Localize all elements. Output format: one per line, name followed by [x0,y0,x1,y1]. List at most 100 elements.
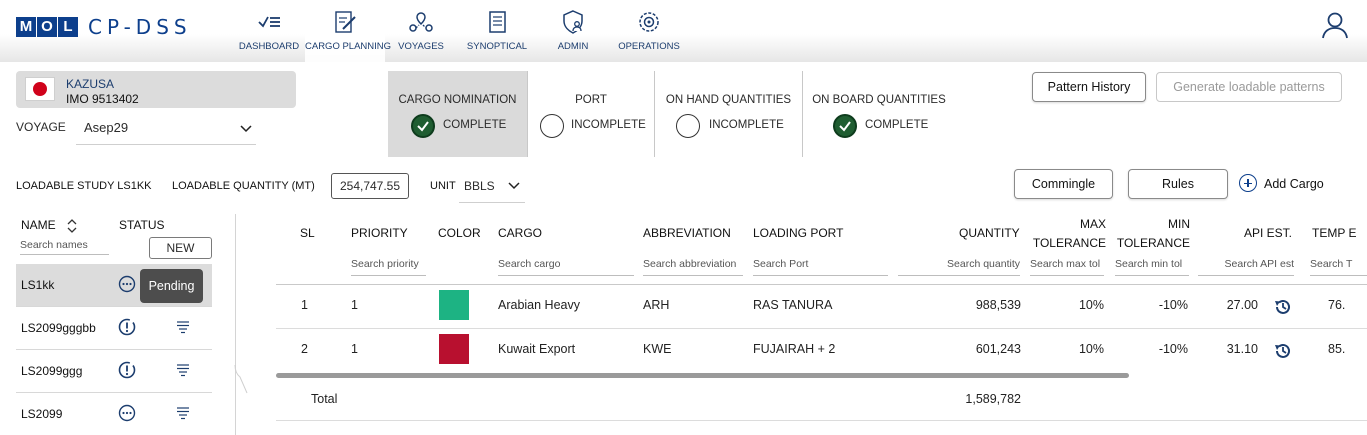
search-cargo-input[interactable]: Search cargo [498,258,634,276]
stage-title: PORT [575,94,607,106]
loadable-quantity-value[interactable]: 254,747.55 [331,173,409,199]
mol-logo: M O L [16,17,79,37]
search-max-tol-input[interactable]: Search max tol [1030,258,1104,276]
nav-label: CARGO PLANNING [305,41,392,52]
sort-icon[interactable] [67,219,77,233]
row-divider [276,328,1367,329]
nav-synoptical[interactable]: SYNOPTICAL [465,0,529,62]
stage-status: COMPLETE [865,119,929,131]
name-column-header[interactable]: NAME [21,218,56,232]
cell-min-tolerance: -10% [1158,298,1188,312]
logo-letter: M [16,17,36,37]
nav-label: SYNOPTICAL [466,41,528,52]
study-name: LS2099 [21,407,63,421]
menu-lines-icon[interactable] [176,320,190,334]
top-navigation-bar: M O L CP-DSS DASHBOARD CARGO PLANNING VO… [0,0,1367,62]
rules-button[interactable]: Rules [1128,169,1228,199]
header-line: MAX [1079,217,1106,231]
unit-value: BBLS [464,179,495,193]
search-port-input[interactable]: Search Port [753,258,888,276]
search-quantity-input[interactable]: Search quantity [898,258,1020,276]
cell-cargo: Kuwait Export [498,342,576,356]
error-status-icon [118,361,136,379]
menu-lines-icon[interactable] [176,363,190,377]
stage-title: ON BOARD QUANTITIES [812,94,946,106]
search-api-input[interactable]: Search API est [1198,258,1294,276]
stage-status: INCOMPLETE [571,119,646,131]
unit-select[interactable]: BBLS [459,173,525,203]
header-line: TOLERANCE [1116,236,1190,250]
search-abbreviation-input[interactable]: Search abbreviation [643,258,743,276]
stage-title: ON HAND QUANTITIES [665,94,792,106]
cell-quantity: 601,243 [975,342,1021,356]
table-bottom-divider [276,420,1367,421]
stage-on-hand-quantities[interactable]: ON HAND QUANTITIES INCOMPLETE [655,71,802,157]
voyage-value: Asep29 [84,120,129,135]
pending-status-icon [118,404,136,422]
cell-loading-port: FUJAIRAH + 2 [753,342,836,356]
loadable-quantity-label: LOADABLE QUANTITY (MT) [172,180,315,192]
pattern-history-button[interactable]: Pattern History [1032,72,1146,102]
loadable-study-name: LOADABLE STUDY LS1KK [16,180,152,192]
search-names-input[interactable]: Search names [20,236,109,255]
cargo-color-swatch[interactable] [439,334,469,364]
complete-check-icon [833,114,857,138]
horizontal-scrollbar[interactable] [276,373,1129,378]
header-line: MIN [1168,217,1190,231]
search-temp-input[interactable]: Search T [1310,258,1367,276]
study-list-item[interactable]: LS2099ggg [16,350,212,393]
nav-admin[interactable]: ADMIN [550,0,596,62]
cell-sl: 1 [301,298,308,312]
unit-label: UNIT [430,180,456,192]
col-header-quantity: QUANTITY [959,226,1020,240]
col-header-api-est: API EST. [1244,226,1293,240]
study-list-item[interactable]: LS2099gggbb [16,307,212,350]
cargo-color-swatch[interactable] [439,290,469,320]
cell-api-est: 31.10 [1226,342,1258,356]
vessel-name: KAZUSA [66,77,115,91]
history-icon[interactable] [1273,341,1293,361]
cell-temp-est: 76. [1328,298,1346,312]
cell-priority: 1 [351,342,358,356]
pending-status-icon [118,275,136,293]
generate-loadable-patterns-button[interactable]: Generate loadable patterns [1156,72,1342,102]
incomplete-circle-icon [676,114,700,138]
col-header-abbreviation: ABBREVIATION [643,226,731,240]
nav-label: VOYAGES [398,41,444,52]
cell-max-tolerance: 10% [1078,342,1104,356]
nav-label: ADMIN [557,41,589,52]
total-label: Total [311,392,338,406]
commingle-button[interactable]: Commingle [1014,169,1113,199]
study-list-item[interactable]: LS2099 [16,393,212,435]
cell-abbreviation: ARH [643,298,670,312]
dashboard-check-list-icon [258,16,280,28]
user-account-icon[interactable] [1320,10,1350,40]
panel-splitter[interactable] [235,214,236,435]
nav-cargo-planning[interactable]: CARGO PLANNING [305,0,392,62]
chevron-down-icon [240,125,252,133]
cell-loading-port: RAS TANURA [753,298,833,312]
search-priority-input[interactable]: Search priority [351,258,426,276]
vessel-imo: IMO 9513402 [66,92,139,106]
voyage-label: VOYAGE [16,120,66,134]
stage-cargo-nomination[interactable]: CARGO NOMINATION COMPLETE [388,71,527,157]
stage-port[interactable]: PORT INCOMPLETE [528,71,654,157]
search-min-tol-input[interactable]: Search min tol [1115,258,1189,276]
stage-on-board-quantities[interactable]: ON BOARD QUANTITIES COMPLETE [803,71,955,157]
total-quantity: 1,589,782 [965,392,1021,406]
nav-dashboard[interactable]: DASHBOARD [238,0,300,62]
name-header-label: NAME [21,218,56,232]
col-header-priority: PRIORITY [351,226,408,240]
operations-gear-icon [639,12,659,32]
history-icon[interactable] [1273,297,1293,317]
cell-min-tolerance: -10% [1158,342,1188,356]
add-cargo-label: Add Cargo [1264,177,1324,191]
menu-lines-icon[interactable] [176,406,190,420]
nav-voyages[interactable]: VOYAGES [393,0,449,62]
new-study-button[interactable]: NEW [149,237,212,259]
voyage-select[interactable]: Asep29 [76,113,256,145]
cell-temp-est: 85. [1328,342,1346,356]
nav-operations[interactable]: OPERATIONS [618,0,680,62]
collapse-handle-icon[interactable] [234,365,248,395]
nav-label: DASHBOARD [238,41,300,52]
